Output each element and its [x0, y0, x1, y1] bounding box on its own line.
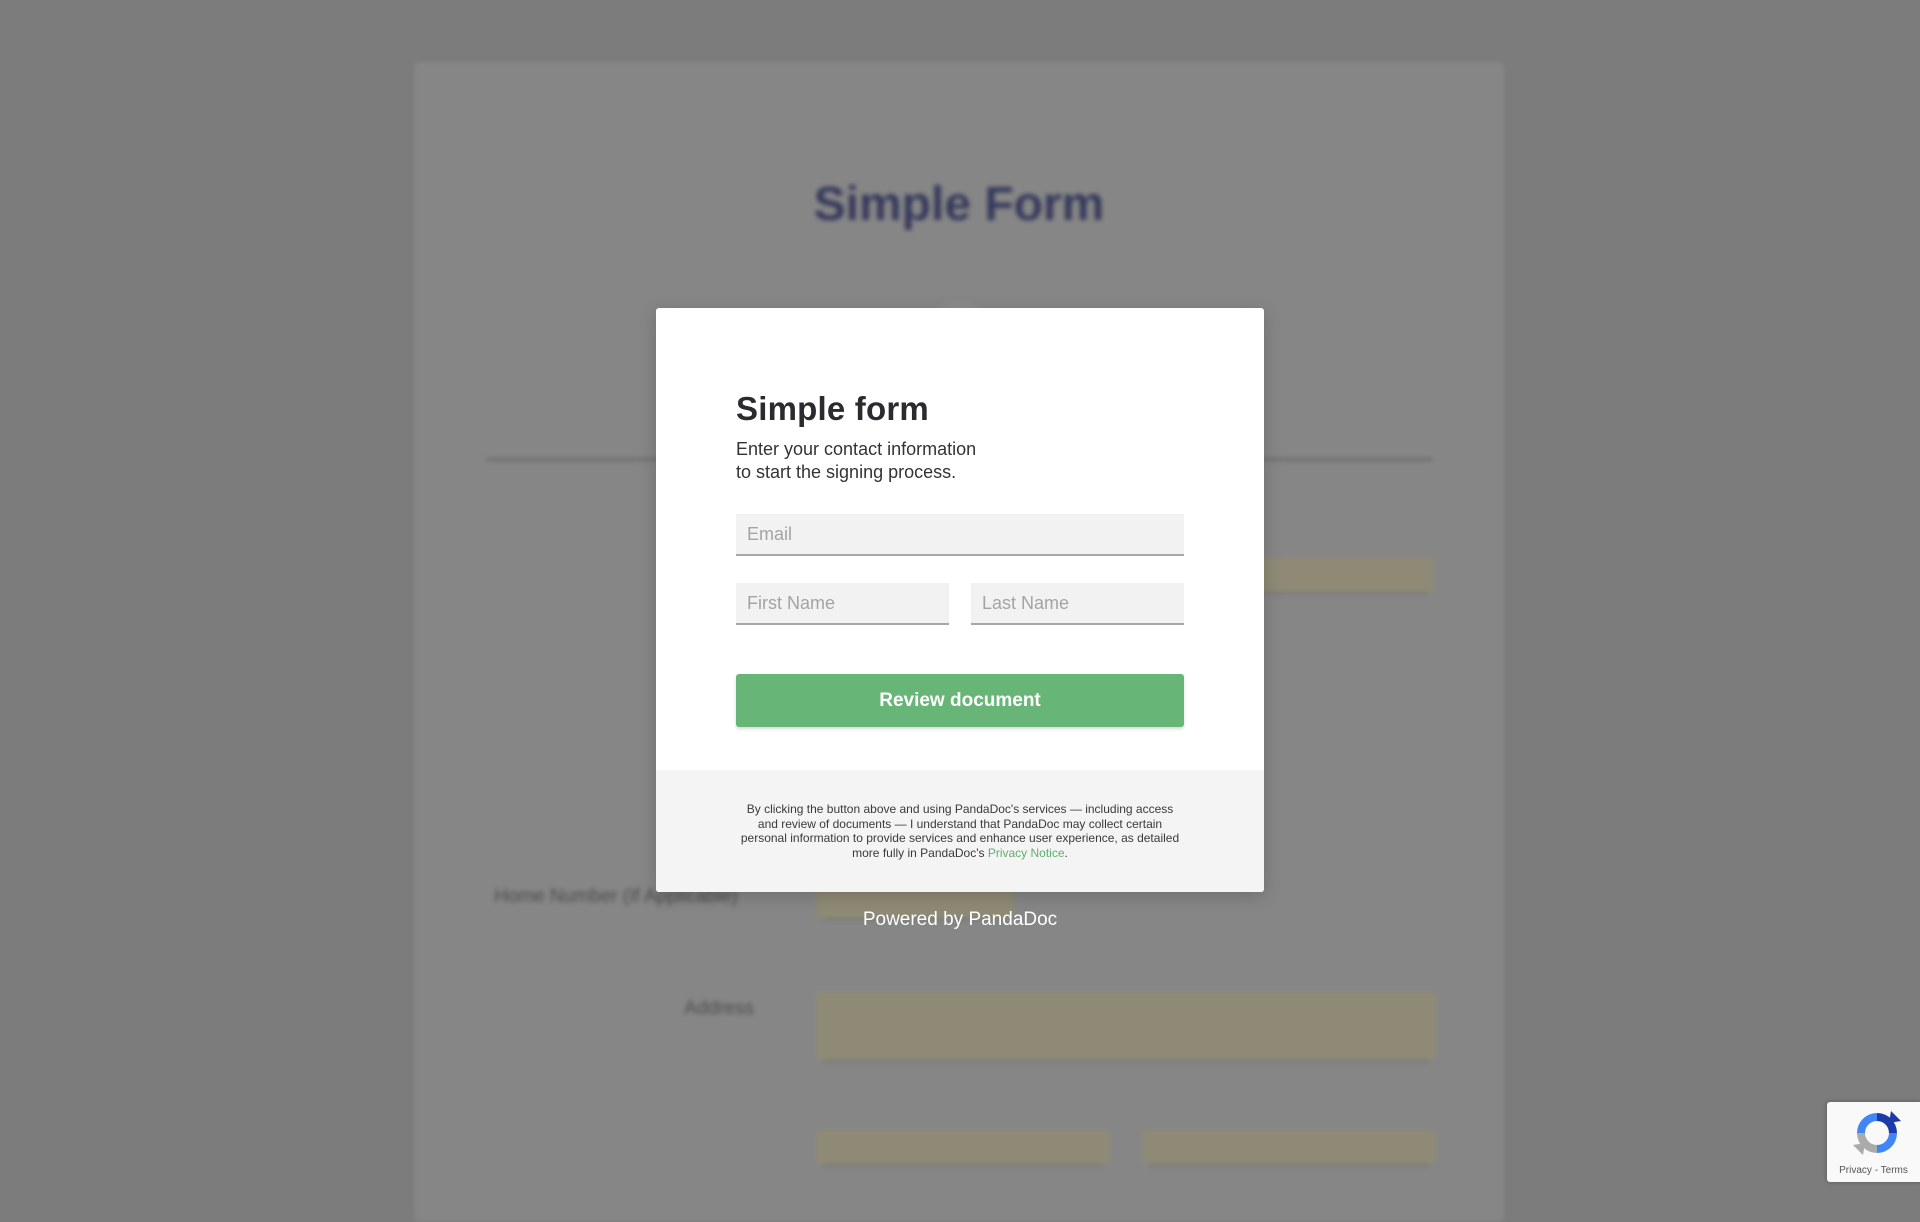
recaptcha-badge[interactable]: Privacy - Terms	[1827, 1102, 1920, 1182]
last-name-input[interactable]	[971, 583, 1184, 625]
state-field	[1142, 1130, 1436, 1164]
modal-subtitle: Enter your contact information to start …	[736, 439, 977, 482]
recaptcha-terms-link[interactable]: Terms	[1881, 1165, 1908, 1176]
signing-modal: Simple form Enter your contact informati…	[656, 308, 1264, 892]
review-document-button[interactable]: Review document	[736, 674, 1184, 727]
first-name-input[interactable]	[736, 583, 949, 625]
recaptcha-icon	[1853, 1111, 1901, 1155]
consent-end: .	[1064, 845, 1068, 860]
address-label: Address	[684, 998, 754, 1019]
consent-text: By clicking the button above and using P…	[736, 802, 1184, 860]
city-field	[816, 1130, 1110, 1164]
recaptcha-privacy-link[interactable]: Privacy	[1839, 1165, 1872, 1176]
modal-footer: By clicking the button above and using P…	[656, 770, 1264, 892]
recaptcha-separator: -	[1871, 1165, 1881, 1176]
privacy-notice-link[interactable]: Privacy Notice	[988, 846, 1065, 860]
powered-by-text: Powered by PandaDoc	[862, 909, 1058, 930]
consent-body: By clicking the button above and using P…	[740, 802, 1180, 860]
recaptcha-links: Privacy - Terms	[1827, 1165, 1920, 1176]
modal-title: Simple form	[736, 390, 929, 427]
address-field	[816, 992, 1436, 1060]
email-input[interactable]	[736, 514, 1184, 556]
document-title: Simple Form	[813, 178, 1105, 231]
